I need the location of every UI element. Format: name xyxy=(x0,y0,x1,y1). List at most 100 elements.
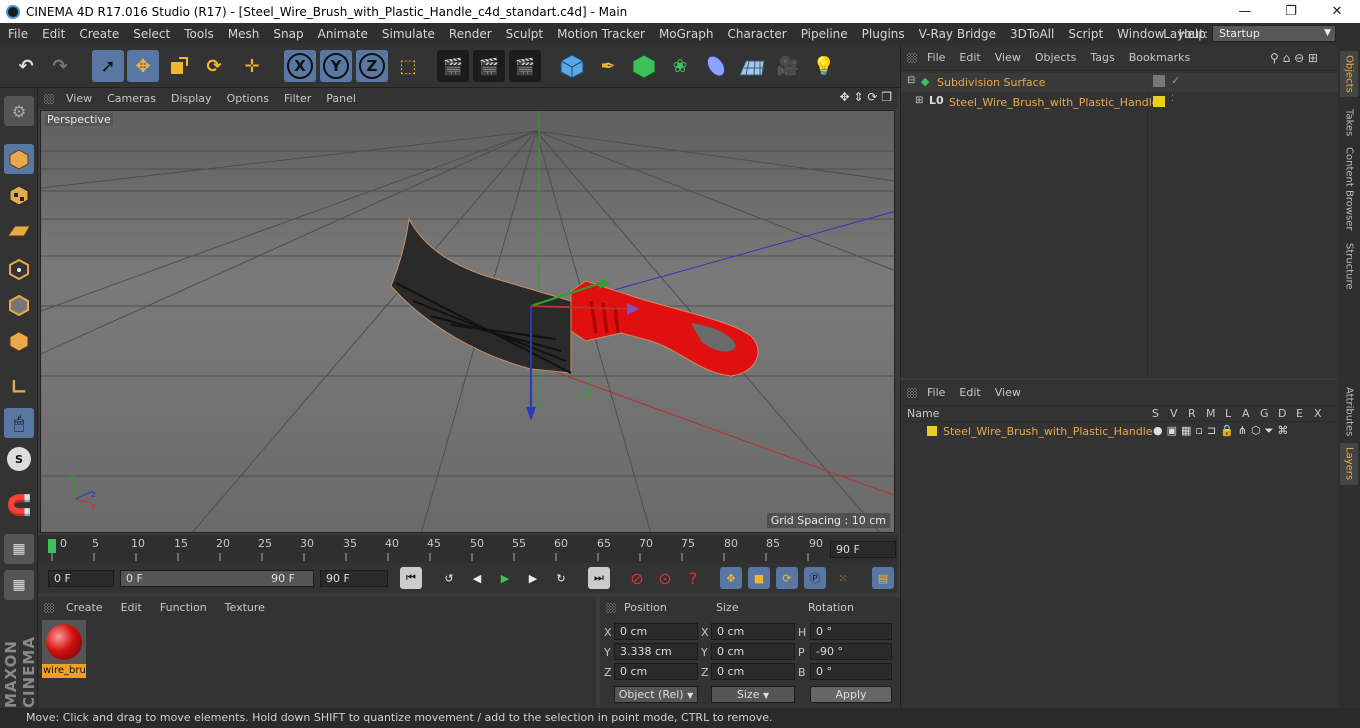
menu-edit[interactable]: Edit xyxy=(42,27,65,41)
viewport-menu-panel[interactable]: Panel xyxy=(326,92,356,105)
layer-row[interactable]: Steel_Wire_Brush_with_Plastic_Handle ●▣▦… xyxy=(901,423,1339,441)
menu-vray-bridge[interactable]: V-Ray Bridge xyxy=(919,27,996,41)
objects-menu-bookmarks[interactable]: Bookmarks xyxy=(1129,51,1190,64)
texture-mode-button[interactable] xyxy=(4,180,34,210)
layer-col-deformers[interactable]: D xyxy=(1278,407,1286,420)
x-axis-button[interactable]: X xyxy=(284,50,316,82)
frame-range-slider[interactable]: 0 F 90 F xyxy=(120,570,314,587)
object-manager-tool-icons[interactable]: ⚲ ⌂ ⊖ ⊞ xyxy=(1270,51,1318,65)
next-key-button[interactable]: ↻ xyxy=(550,567,572,589)
tree-collapse-icon[interactable]: ⊟ xyxy=(907,75,915,86)
timeline-ruler[interactable]: 0 5 10 15 20 25 30 35 40 45 50 55 60 65 … xyxy=(38,535,898,563)
object-row-subdivision[interactable]: ⊟ ◆ Subdivision Surface ✓ xyxy=(901,73,1339,92)
cloner-button[interactable]: ❀ xyxy=(664,50,696,82)
go-to-start-button[interactable]: ⏮ xyxy=(400,567,422,589)
menu-script[interactable]: Script xyxy=(1068,27,1103,41)
tab-layers[interactable]: Layers xyxy=(1340,443,1358,485)
make-editable-button[interactable]: ⚙ xyxy=(4,96,34,126)
current-frame-field[interactable]: 90 F xyxy=(830,541,896,558)
material-menu-edit[interactable]: Edit xyxy=(121,601,142,614)
size-y-field[interactable]: 0 cm xyxy=(711,643,795,660)
rotation-h-field[interactable]: 0 ° xyxy=(810,623,892,640)
size-x-field[interactable]: 0 cm xyxy=(711,623,795,640)
viewport-nav-icons[interactable]: ✥ ⇕ ⟳ ❐ xyxy=(840,90,892,104)
layer-col-solo[interactable]: S xyxy=(1152,407,1159,420)
workplane-mode-button[interactable] xyxy=(4,216,34,246)
size-mode-select[interactable]: Size ▼ xyxy=(711,686,795,703)
key-position-button[interactable]: ✥ xyxy=(720,567,742,589)
rotate-tool-button[interactable]: ⟳ xyxy=(198,50,230,82)
menu-mograph[interactable]: MoGraph xyxy=(659,27,714,41)
autokey-button[interactable]: ⊙ xyxy=(654,567,676,589)
layers-menu-file[interactable]: File xyxy=(927,386,945,399)
layer-name[interactable]: Steel_Wire_Brush_with_Plastic_Handle xyxy=(943,425,1153,438)
layer-toggle-icons[interactable]: ●▣▦▫⊐🔒⋔⬡⏷⌘ xyxy=(1153,424,1292,438)
key-pla-button[interactable]: ⁙ xyxy=(832,567,854,589)
play-button[interactable]: ▶ xyxy=(494,567,516,589)
go-to-end-button[interactable]: ⏭ xyxy=(588,567,610,589)
record-keys-button[interactable]: ⊘ xyxy=(626,567,648,589)
objects-menu-edit[interactable]: Edit xyxy=(959,51,980,64)
layer-col-render[interactable]: R xyxy=(1188,407,1196,420)
objects-menu-objects[interactable]: Objects xyxy=(1035,51,1077,64)
layer-color-icon[interactable] xyxy=(1153,96,1165,107)
position-y-field[interactable]: 3.338 cm xyxy=(614,643,698,660)
menu-pipeline[interactable]: Pipeline xyxy=(801,27,848,41)
tab-objects[interactable]: Objects xyxy=(1340,51,1358,97)
previous-key-button[interactable]: ↺ xyxy=(438,567,460,589)
menu-render[interactable]: Render xyxy=(449,27,492,41)
objects-menu-view[interactable]: View xyxy=(995,51,1021,64)
tweak-mode-button[interactable]: 🖱 xyxy=(4,408,34,438)
viewport-menu-options[interactable]: Options xyxy=(227,92,269,105)
camera-label[interactable]: Perspective xyxy=(45,113,113,126)
tab-content-browser[interactable]: Content Browser xyxy=(1340,145,1358,233)
layer-col-expressions[interactable]: E xyxy=(1296,407,1303,420)
material-menu-create[interactable]: Create xyxy=(66,601,103,614)
camera-button[interactable]: 🎥 xyxy=(772,50,804,82)
layer-col-generators[interactable]: G xyxy=(1260,407,1269,420)
viewport-menu-view[interactable]: View xyxy=(66,92,92,105)
material-menu-function[interactable]: Function xyxy=(160,601,207,614)
timeline-window-button[interactable]: ▤ xyxy=(872,567,894,589)
key-rotation-button[interactable]: ⟳ xyxy=(776,567,798,589)
menu-snap[interactable]: Snap xyxy=(273,27,303,41)
objects-menu-tags[interactable]: Tags xyxy=(1090,51,1114,64)
coordinate-system-button[interactable]: ⬚ xyxy=(392,50,424,82)
menu-window[interactable]: Window xyxy=(1117,27,1164,41)
floor-button[interactable] xyxy=(736,50,768,82)
locked-workplane-button[interactable]: ▦ xyxy=(4,534,34,564)
menu-tools[interactable]: Tools xyxy=(184,27,214,41)
layer-col-view[interactable]: V xyxy=(1170,407,1178,420)
model-mode-button[interactable] xyxy=(4,144,34,174)
tab-takes[interactable]: Takes xyxy=(1340,103,1358,143)
layers-menu-view[interactable]: View xyxy=(995,386,1021,399)
magnet-button[interactable]: 🧲 xyxy=(4,490,34,520)
cube-button[interactable] xyxy=(556,50,588,82)
position-z-field[interactable]: 0 cm xyxy=(614,663,698,680)
menu-mesh[interactable]: Mesh xyxy=(228,27,260,41)
previous-frame-button[interactable]: ◀ xyxy=(466,567,488,589)
render-picture-viewer-button[interactable]: 🎬 xyxy=(473,50,505,82)
tree-expand-icon[interactable]: ⊞ xyxy=(915,95,923,106)
object-row-brush[interactable]: ⊞ L0 Steel_Wire_Brush_with_Plastic_Handl… xyxy=(901,93,1339,112)
edges-mode-button[interactable] xyxy=(4,290,34,320)
apply-button[interactable]: Apply xyxy=(810,686,892,703)
snap-button[interactable]: S xyxy=(4,444,34,474)
menu-create[interactable]: Create xyxy=(79,27,119,41)
maximize-button[interactable]: ❐ xyxy=(1268,0,1314,23)
y-axis-button[interactable]: Y xyxy=(320,50,352,82)
close-button[interactable]: ✕ xyxy=(1314,0,1360,23)
undo-button[interactable]: ↶ xyxy=(10,50,42,82)
key-parameter-button[interactable]: Ⓟ xyxy=(804,567,826,589)
material-swatch[interactable]: wire_bru xyxy=(42,620,86,680)
render-settings-button[interactable]: 🎬 xyxy=(509,50,541,82)
object-name-brush[interactable]: Steel_Wire_Brush_with_Plastic_Handle xyxy=(949,96,1159,109)
size-z-field[interactable]: 0 cm xyxy=(711,663,795,680)
object-name-subdivision[interactable]: Subdivision Surface xyxy=(937,76,1045,89)
deformer-button[interactable] xyxy=(700,50,732,82)
material-menu-texture[interactable]: Texture xyxy=(225,601,265,614)
subdivision-button[interactable] xyxy=(628,50,660,82)
menu-sculpt[interactable]: Sculpt xyxy=(506,27,543,41)
enabled-check-icon[interactable]: ✓ xyxy=(1171,74,1180,87)
menu-3dtoall[interactable]: 3DToAll xyxy=(1010,27,1054,41)
